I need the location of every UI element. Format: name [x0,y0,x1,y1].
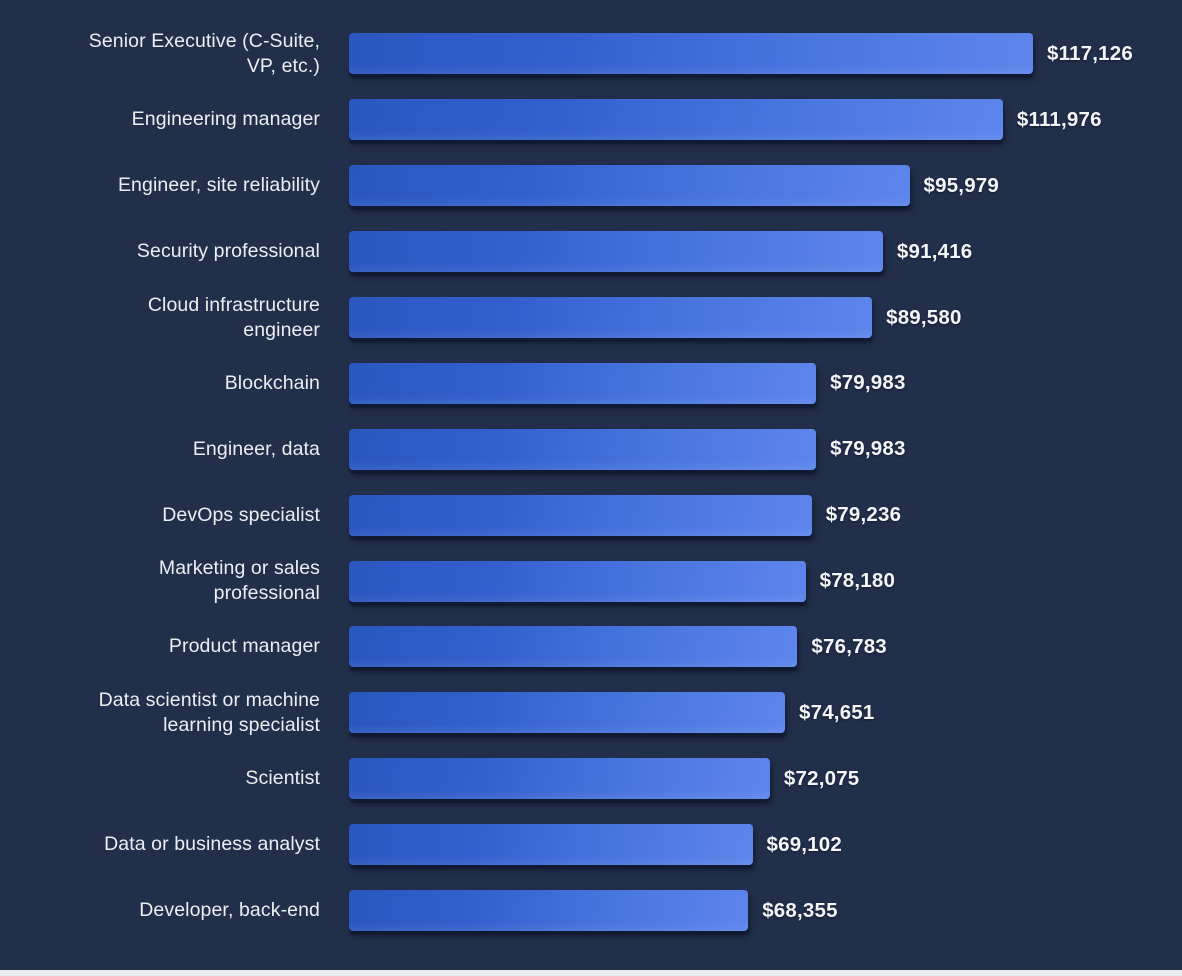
bar-plot-area: $89,580 [349,285,1182,351]
bar-plot-area: $72,075 [349,746,1182,812]
bar-plot-area: $111,976 [349,87,1182,153]
value-bar-9[interactable] [349,626,798,668]
bar-value-label-6: $79,983 [830,437,906,461]
bar-with-value: $79,236 [349,494,902,536]
value-bar-5[interactable] [349,362,817,404]
table-row-0[interactable]: Senior Executive (C-Suite, VP, etc.) $11… [0,21,1182,87]
table-row-8[interactable]: Marketing or sales professional $78,180 [0,548,1182,614]
bottom-edge-strip [0,970,1182,976]
bar-value-label-1: $111,976 [1016,107,1102,131]
bar-with-value: $76,783 [349,626,887,668]
bar-value-label-2: $95,979 [923,173,1000,197]
bar-value-label-5: $79,983 [830,371,906,395]
table-row-4[interactable]: Cloud infrastructure engineer $89,580 [0,285,1182,351]
bar-plot-area: $79,983 [349,416,1182,482]
category-label-8: Marketing or sales professional [158,557,320,605]
bar-value-label-13: $68,355 [762,898,838,922]
value-bar-12[interactable] [349,824,753,866]
bar-value-label-9: $76,783 [811,634,887,658]
table-row-1[interactable]: Engineering manager $111,976 [0,87,1182,153]
bar-with-value: $72,075 [349,758,860,800]
value-bar-2[interactable] [349,165,910,207]
bar-value-label-0: $117,126 [1047,41,1133,65]
bar-with-value: $68,355 [349,890,838,932]
bar-with-value: $69,102 [349,824,843,866]
bar-value-label-10: $74,651 [799,700,875,724]
bar-with-value: $89,580 [349,297,962,338]
category-label-13: Developer, back-end [139,899,320,922]
value-bar-11[interactable] [349,758,770,800]
bar-plot-area: $78,180 [349,548,1182,614]
category-label-6: Engineer, data [192,437,320,460]
table-row-7[interactable]: DevOps specialist $79,236 [0,482,1182,548]
table-row-13[interactable]: Developer, back-end $68,355 [0,878,1182,944]
category-label-4: Cloud infrastructure engineer [147,293,320,341]
bar-plot-area: $95,979 [349,153,1182,219]
value-bar-8[interactable] [349,560,806,602]
bar-plot-area: $76,783 [349,614,1182,680]
table-row-6[interactable]: Engineer, data $79,983 [0,416,1182,482]
category-label-2: Engineer, site reliability [117,174,320,197]
table-row-11[interactable]: Scientist $72,075 [0,746,1182,812]
bar-with-value: $95,979 [349,165,1000,207]
bar-plot-area: $91,416 [349,219,1182,285]
category-label-1: Engineering manager [131,108,320,131]
bar-plot-area: $79,983 [349,350,1182,416]
value-bar-4[interactable] [349,297,873,338]
table-row-10[interactable]: Data scientist or machine learning speci… [0,680,1182,746]
table-row-9[interactable]: Product manager $76,783 [0,614,1182,680]
bar-plot-area: $74,651 [349,680,1182,746]
category-label-12: Data or business analyst [104,833,320,856]
category-label-11: Scientist [245,767,320,790]
bar-plot-area: $117,126 [349,21,1182,87]
bar-plot-area: $68,355 [349,878,1182,944]
value-bar-3[interactable] [349,231,883,273]
value-bar-0[interactable] [349,33,1033,75]
category-label-7: DevOps specialist [162,503,320,526]
table-row-12[interactable]: Data or business analyst $69,102 [0,812,1182,878]
table-row-2[interactable]: Engineer, site reliability $95,979 [0,153,1182,219]
value-bar-6[interactable] [349,428,817,470]
bar-value-label-3: $91,416 [896,239,973,263]
value-bar-10[interactable] [349,692,785,734]
category-label-5: Blockchain [224,371,320,394]
bar-with-value: $78,180 [349,560,896,602]
value-bar-1[interactable] [349,99,1003,141]
bar-with-value: $91,416 [349,231,973,273]
bar-value-label-4: $89,580 [886,305,962,329]
bar-with-value: $74,651 [349,692,875,734]
chart-rows: Senior Executive (C-Suite, VP, etc.) $11… [0,21,1182,943]
salary-bar-chart: Senior Executive (C-Suite, VP, etc.) $11… [0,0,1182,976]
bar-value-label-12: $69,102 [766,832,843,856]
bar-value-label-8: $78,180 [819,569,896,593]
category-label-9: Product manager [168,635,320,658]
bar-plot-area: $69,102 [349,812,1182,878]
table-row-5[interactable]: Blockchain $79,983 [0,350,1182,416]
bar-value-label-11: $72,075 [783,766,860,790]
bar-with-value: $111,976 [349,99,1102,141]
value-bar-13[interactable] [349,890,749,932]
category-label-10: Data scientist or machine learning speci… [98,688,320,736]
bar-with-value: $79,983 [349,428,906,470]
value-bar-7[interactable] [349,494,812,536]
category-label-0: Senior Executive (C-Suite, VP, etc.) [88,29,320,77]
bar-plot-area: $79,236 [349,482,1182,548]
table-row-3[interactable]: Security professional $91,416 [0,219,1182,285]
bar-with-value: $79,983 [349,362,906,404]
bar-with-value: $117,126 [349,33,1133,75]
bar-value-label-7: $79,236 [825,503,902,527]
category-label-3: Security professional [136,240,320,263]
